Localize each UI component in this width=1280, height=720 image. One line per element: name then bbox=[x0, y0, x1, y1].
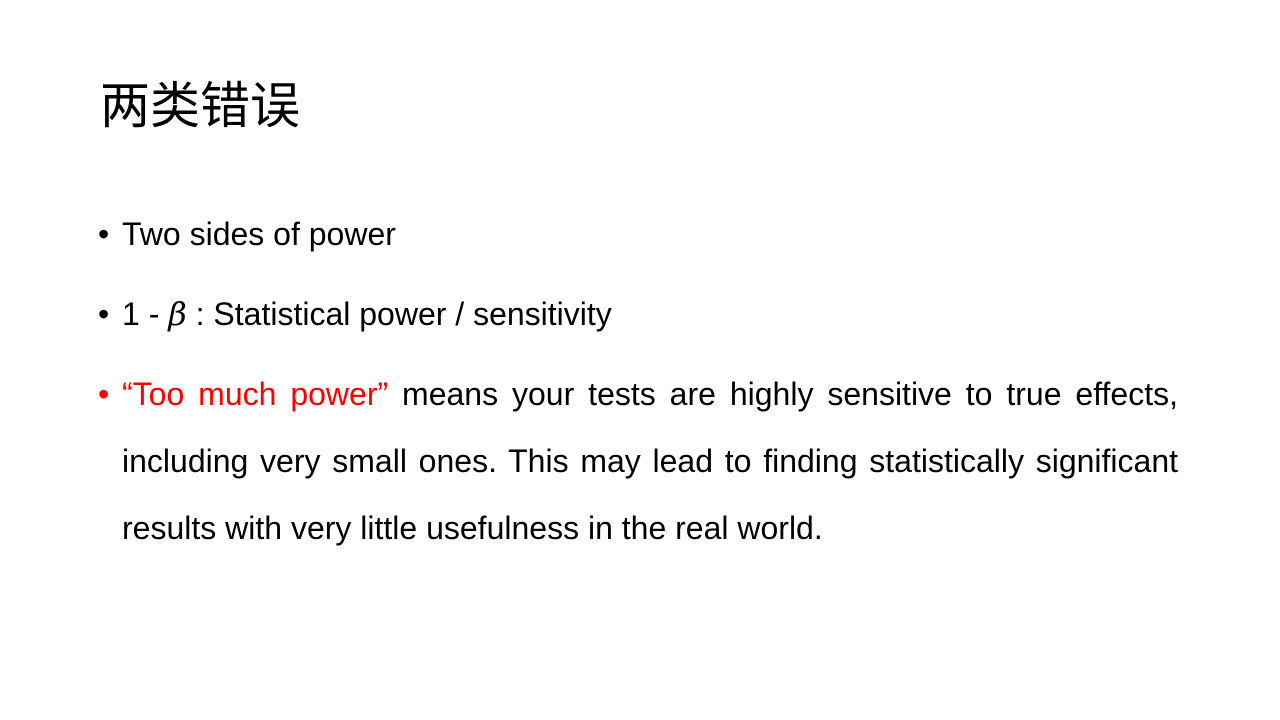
bullet-statistical-power: • 1 - β : Statistical power / sensitivit… bbox=[98, 288, 1178, 340]
beta-symbol: β bbox=[168, 295, 187, 333]
slide-title: 两类错误 bbox=[100, 77, 300, 135]
bullet-two-sides-of-power: • Two sides of power bbox=[98, 208, 1178, 260]
bullet-text: Two sides of power bbox=[122, 216, 396, 252]
bullet-suffix: : Statistical power / sensitivity bbox=[186, 296, 612, 332]
bullet-prefix: 1 - bbox=[122, 296, 169, 332]
bullet-list: • Two sides of power • 1 - β : Statistic… bbox=[98, 208, 1178, 590]
bullet-too-much-power: • “Too much power” means your tests are … bbox=[98, 361, 1178, 562]
slide: 两类错误 • Two sides of power • 1 - β : Stat… bbox=[0, 0, 1280, 720]
bullet-marker: • bbox=[98, 216, 110, 252]
highlight-text: “Too much power” bbox=[122, 376, 389, 412]
bullet-paragraph: “Too much power” means your tests are hi… bbox=[122, 361, 1178, 562]
bullet-marker: • bbox=[98, 376, 110, 412]
bullet-marker: • bbox=[98, 296, 110, 332]
